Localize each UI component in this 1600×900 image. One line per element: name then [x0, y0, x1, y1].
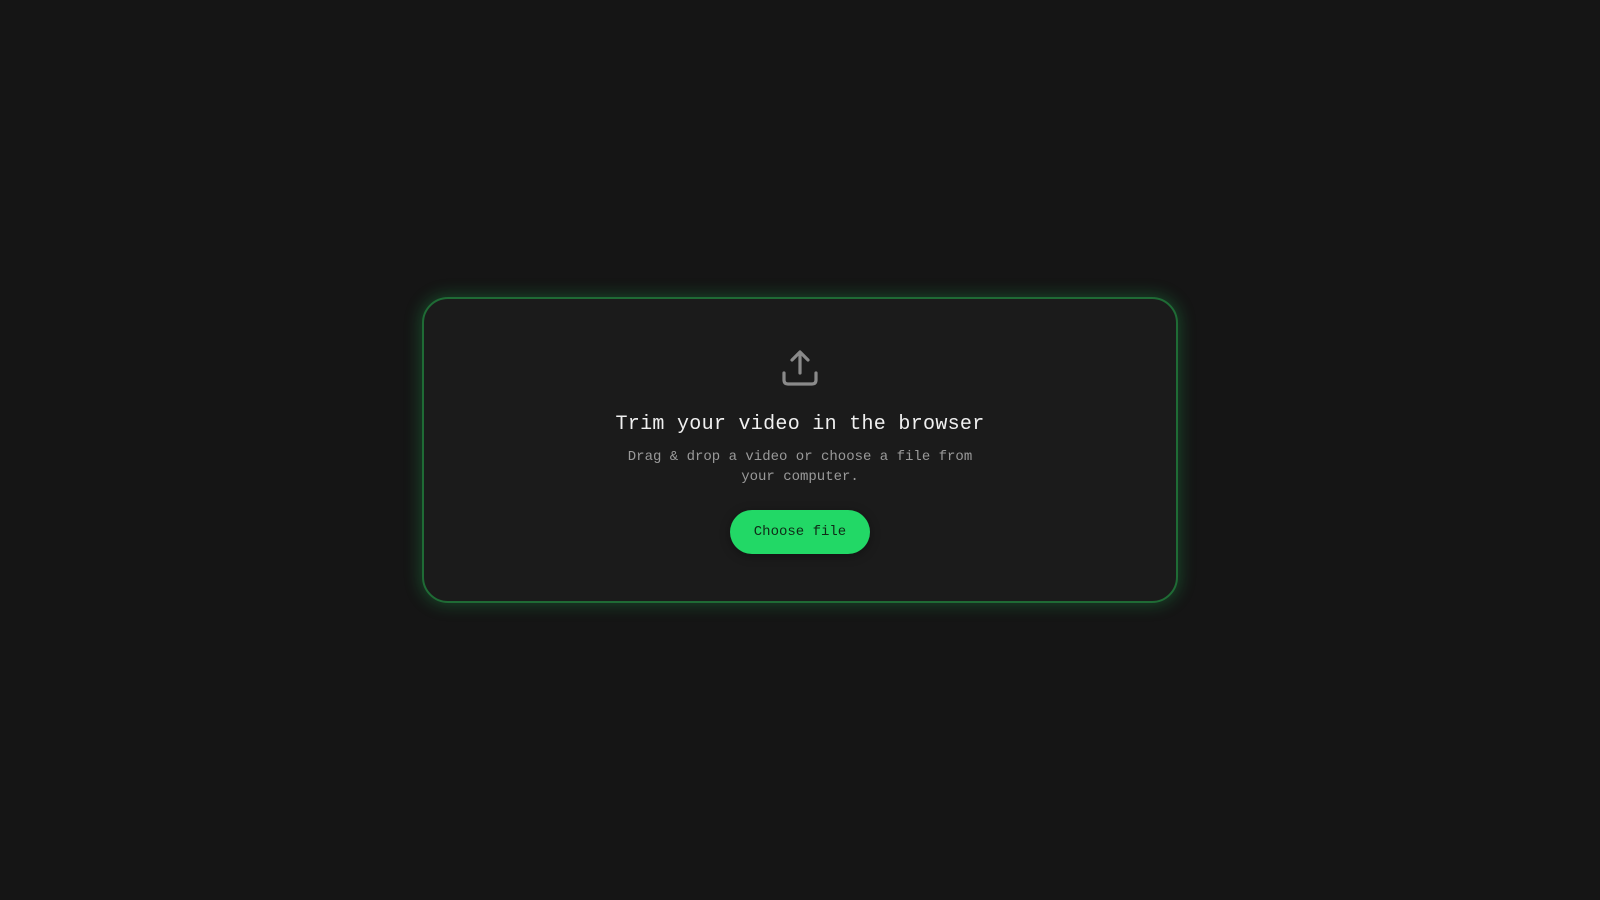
- upload-dropzone[interactable]: Trim your video in the browser Drag & dr…: [422, 297, 1178, 603]
- upload-subtitle: Drag & drop a video or choose a file fro…: [627, 449, 973, 485]
- upload-title: Trim your video in the browser: [615, 413, 985, 436]
- choose-file-button[interactable]: Choose file: [730, 510, 870, 554]
- upload-icon: [781, 349, 819, 387]
